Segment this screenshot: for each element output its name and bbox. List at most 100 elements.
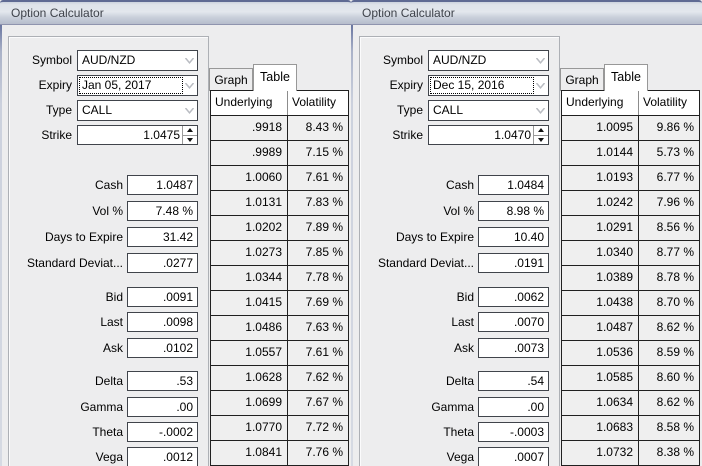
tab-table[interactable]: Table: [253, 64, 297, 91]
ask-label: Ask: [453, 341, 474, 355]
vol-field[interactable]: 7.48 %: [127, 201, 198, 221]
chevron-down-icon[interactable]: [534, 52, 547, 69]
table-row[interactable]: 1.0144 5.73 %: [562, 141, 699, 166]
type-combobox[interactable]: CALL: [77, 100, 198, 121]
table-row[interactable]: 1.0273 7.85 %: [211, 241, 348, 266]
spin-up-button[interactable]: [534, 126, 548, 136]
volatility-table: Underlying Volatility 1.0095 9.86 % 1.01…: [561, 90, 700, 466]
tab-table[interactable]: Table: [604, 64, 648, 91]
underlying-cell: 1.0193: [562, 166, 639, 190]
theta-label: Theta: [443, 425, 474, 439]
standard-deviation-field[interactable]: .0277: [127, 253, 198, 273]
underlying-cell: 1.0415: [211, 291, 288, 315]
tab-graph[interactable]: Graph: [560, 68, 604, 91]
ask-field[interactable]: .0102: [127, 338, 198, 358]
table-row[interactable]: 1.0193 6.77 %: [562, 166, 699, 191]
strike-spinner[interactable]: 1.0475: [77, 125, 198, 145]
last-label: Last: [100, 315, 123, 329]
table-row[interactable]: 1.0487 8.62 %: [562, 316, 699, 341]
cash-field[interactable]: 1.0487: [127, 175, 198, 195]
days-to-expire-field[interactable]: 31.42: [127, 227, 198, 247]
table-row[interactable]: 1.0585 8.60 %: [562, 366, 699, 391]
strike-label: Strike: [41, 128, 72, 142]
expiry-combobox[interactable]: Jan 05, 2017: [77, 75, 198, 96]
screen: Option Calculator Symbol AUD/NZD Expiry …: [0, 0, 702, 466]
table-row[interactable]: 1.0683 8.58 %: [562, 416, 699, 441]
table-row[interactable]: 1.0536 8.59 %: [562, 341, 699, 366]
table-row[interactable]: 1.0202 7.89 %: [211, 216, 348, 241]
window-frame-edge: [0, 25, 2, 466]
table-header-row: Underlying Volatility: [562, 91, 699, 116]
table-row[interactable]: 1.0486 7.63 %: [211, 316, 348, 341]
vega-field[interactable]: .0012: [127, 447, 198, 466]
table-row[interactable]: .9918 8.43 %: [211, 116, 348, 141]
spin-down-button[interactable]: [183, 135, 197, 144]
table-row[interactable]: 1.0841 7.76 %: [211, 441, 348, 466]
vega-label: Vega: [446, 450, 474, 464]
spin-down-button[interactable]: [534, 135, 548, 144]
expiry-label: Expiry: [389, 78, 423, 92]
table-row[interactable]: 1.0389 8.78 %: [562, 266, 699, 291]
symbol-label: Symbol: [31, 53, 72, 67]
window-title: Option Calculator: [11, 6, 104, 20]
underlying-cell: 1.0060: [211, 166, 288, 190]
volatility-cell: 7.63 %: [305, 320, 343, 334]
table-row[interactable]: 1.0131 7.83 %: [211, 191, 348, 216]
tab-graph[interactable]: Graph: [209, 68, 253, 91]
theta-field[interactable]: -.0002: [127, 422, 198, 442]
bid-label: Bid: [105, 290, 123, 304]
delta-field[interactable]: .54: [478, 371, 549, 391]
volatility-cell: 8.60 %: [656, 370, 694, 384]
table-row[interactable]: 1.0732 8.38 %: [562, 441, 699, 466]
gamma-field[interactable]: .00: [478, 397, 549, 417]
table-row[interactable]: 1.0557 7.61 %: [211, 341, 348, 366]
strike-spin-buttons: [533, 126, 548, 144]
spin-up-button[interactable]: [183, 126, 197, 136]
strike-spinner[interactable]: 1.0470: [428, 125, 549, 145]
table-row[interactable]: 1.0770 7.72 %: [211, 416, 348, 441]
table-row[interactable]: 1.0628 7.62 %: [211, 366, 348, 391]
table-row[interactable]: 1.0415 7.69 %: [211, 291, 348, 316]
vol-label: Vol %: [92, 204, 123, 218]
days-to-expire-label: Days to Expire: [395, 230, 474, 244]
bid-field[interactable]: .0062: [478, 287, 549, 307]
last-field[interactable]: .0070: [478, 312, 549, 332]
table-row[interactable]: 1.0634 8.62 %: [562, 391, 699, 416]
theta-field[interactable]: -.0003: [478, 422, 549, 442]
table-row[interactable]: 1.0699 7.67 %: [211, 391, 348, 416]
symbol-combobox[interactable]: AUD/NZD: [428, 50, 549, 71]
table-row[interactable]: 1.0095 9.86 %: [562, 116, 699, 141]
ask-field[interactable]: .0073: [478, 338, 549, 358]
underlying-cell: 1.0628: [211, 366, 288, 390]
days-to-expire-field[interactable]: 10.40: [478, 227, 549, 247]
underlying-cell: 1.0557: [211, 341, 288, 365]
table-row[interactable]: 1.0060 7.61 %: [211, 166, 348, 191]
last-field[interactable]: .0098: [127, 312, 198, 332]
table-row[interactable]: 1.0344 7.78 %: [211, 266, 348, 291]
chevron-down-icon[interactable]: [183, 77, 196, 94]
chevron-down-icon[interactable]: [183, 102, 196, 119]
chevron-down-icon[interactable]: [534, 102, 547, 119]
standard-deviation-field[interactable]: .0191: [478, 253, 549, 273]
table-row[interactable]: .9989 7.15 %: [211, 141, 348, 166]
bid-field[interactable]: .0091: [127, 287, 198, 307]
table-row[interactable]: 1.0438 8.70 %: [562, 291, 699, 316]
chevron-down-icon[interactable]: [183, 52, 196, 69]
window-titlebar[interactable]: Option Calculator: [351, 0, 702, 25]
cash-field[interactable]: 1.0484: [478, 175, 549, 195]
table-row[interactable]: 1.0340 8.77 %: [562, 241, 699, 266]
underlying-cell: 1.0273: [211, 241, 288, 265]
vega-field[interactable]: .0007: [478, 447, 549, 466]
symbol-combobox[interactable]: AUD/NZD: [77, 50, 198, 71]
delta-field[interactable]: .53: [127, 371, 198, 391]
vol-field[interactable]: 8.98 %: [478, 201, 549, 221]
standard-deviation-label: Standard Deviat...: [377, 256, 474, 270]
underlying-cell: 1.0536: [562, 341, 639, 365]
table-row[interactable]: 1.0242 7.96 %: [562, 191, 699, 216]
window-titlebar[interactable]: Option Calculator: [0, 0, 351, 25]
type-combobox[interactable]: CALL: [428, 100, 549, 121]
table-row[interactable]: 1.0291 8.56 %: [562, 216, 699, 241]
gamma-field[interactable]: .00: [127, 397, 198, 417]
expiry-combobox[interactable]: Dec 15, 2016: [428, 75, 549, 96]
chevron-down-icon[interactable]: [534, 77, 547, 94]
